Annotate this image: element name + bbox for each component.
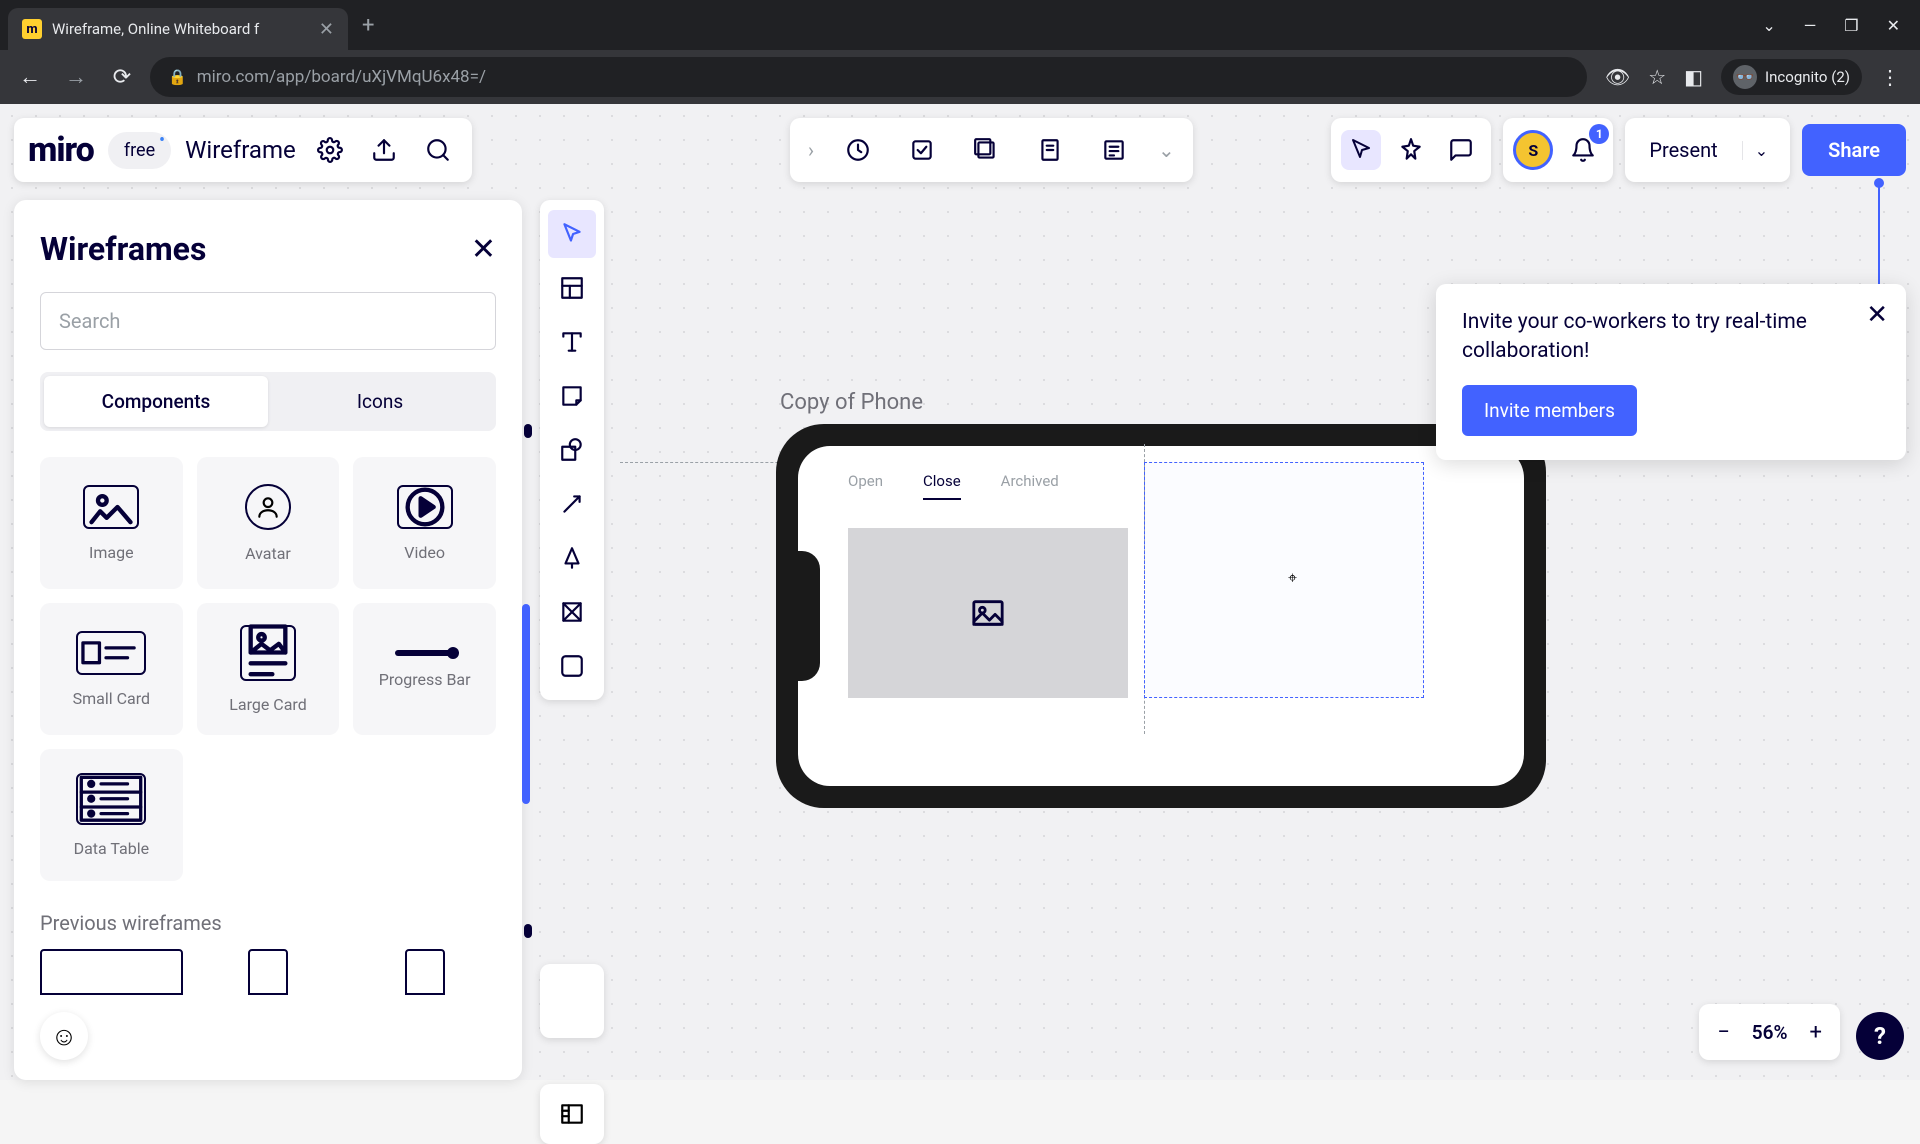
forward-button[interactable]: → [58, 64, 94, 90]
close-popover-icon[interactable]: ✕ [1866, 300, 1888, 330]
expand-left-icon[interactable]: › [808, 138, 814, 162]
zoom-in-button[interactable]: + [1810, 1020, 1822, 1045]
prev-wireframe-thumb[interactable] [405, 949, 445, 995]
comment-icon[interactable] [1441, 130, 1481, 170]
help-button[interactable]: ? [1856, 1012, 1904, 1060]
component-small-card[interactable]: Small Card [40, 603, 183, 735]
popover-connector [1878, 184, 1880, 284]
wireframes-panel: Wireframes ✕ Search Components Icons Ima… [14, 200, 522, 1080]
plan-pill[interactable]: free [108, 132, 171, 169]
image-placeholder[interactable] [848, 528, 1128, 698]
url-field[interactable]: 🔒 miro.com/app/board/uXjVMqU6x48=/ [150, 57, 1587, 97]
extensions-icon[interactable]: ◧ [1684, 65, 1703, 89]
notification-badge: 1 [1589, 124, 1609, 144]
prev-wireframe-thumb[interactable] [40, 949, 183, 995]
miro-favicon: m [22, 19, 42, 39]
kebab-menu-icon[interactable]: ⋮ [1880, 65, 1900, 89]
component-large-card[interactable]: Large Card [197, 603, 340, 735]
frame-label[interactable]: Copy of Phone [780, 390, 923, 415]
previous-wireframes-heading: Previous wireframes [40, 911, 496, 935]
board-name[interactable]: Wireframe [185, 136, 296, 164]
shapes-icon[interactable] [548, 426, 596, 474]
panel-title: Wireframes [40, 230, 206, 268]
close-panel-icon[interactable]: ✕ [471, 232, 496, 267]
tab-open[interactable]: Open [848, 472, 883, 500]
reload-button[interactable]: ⟳ [104, 65, 140, 90]
connection-line-icon[interactable] [548, 480, 596, 528]
zoom-control: − 56% + [1699, 1004, 1840, 1060]
feedback-button[interactable]: ☺ [40, 1012, 88, 1060]
lock-icon: 🔒 [168, 68, 187, 86]
zoom-value[interactable]: 56% [1752, 1021, 1788, 1044]
segment-control: Components Icons [40, 372, 496, 431]
mouse-cursor-icon: ⌖ [1288, 568, 1297, 588]
selection-rectangle[interactable] [1144, 462, 1424, 698]
text-tool-icon[interactable] [548, 318, 596, 366]
caret-down-icon[interactable]: ⌄ [1762, 16, 1775, 35]
center-toolbar: › ⌄ [790, 118, 1193, 182]
invite-members-button[interactable]: Invite members [1462, 385, 1637, 436]
settings-icon[interactable] [310, 130, 350, 170]
voting-icon[interactable] [902, 130, 942, 170]
url-text: miro.com/app/board/uXjVMqU6x48=/ [197, 67, 486, 87]
right-toolbar: S 1 Present ⌄ Share [1331, 118, 1906, 182]
star-icon[interactable]: ☆ [1648, 65, 1666, 89]
talktrack-icon[interactable] [1094, 130, 1134, 170]
close-tab-icon[interactable]: ✕ [319, 19, 334, 40]
prev-wireframe-thumb[interactable] [248, 949, 288, 995]
app-canvas[interactable]: miro free Wireframe › ⌄ S 1 Present [0, 104, 1920, 1080]
tab-title: Wireframe, Online Whiteboard f [52, 20, 309, 38]
new-tab-button[interactable]: + [362, 13, 374, 38]
more-tools-icon[interactable]: ⌄ [1158, 138, 1175, 162]
cursor-tool-icon[interactable] [1341, 130, 1381, 170]
component-avatar[interactable]: Avatar [197, 457, 340, 589]
tab-archived[interactable]: Archived [1001, 472, 1059, 500]
vertical-toolbar [540, 200, 604, 700]
tab-icons[interactable]: Icons [268, 376, 492, 427]
note-icon[interactable] [1030, 130, 1070, 170]
minimize-icon[interactable]: ― [1804, 16, 1817, 35]
brand-bar: miro free Wireframe [14, 118, 472, 182]
tab-close[interactable]: Close [923, 472, 961, 500]
incognito-badge[interactable]: 👓 Incognito (2) [1721, 59, 1862, 95]
browser-tab[interactable]: m Wireframe, Online Whiteboard f ✕ [8, 8, 348, 50]
zoom-out-button[interactable]: − [1717, 1020, 1730, 1045]
miro-logo[interactable]: miro [28, 130, 94, 170]
incognito-icon: 👓 [1733, 65, 1757, 89]
minimap-icon[interactable] [540, 1084, 604, 1144]
invite-popover: ✕ Invite your co-workers to try real-tim… [1436, 284, 1906, 460]
frame-icon[interactable] [548, 588, 596, 636]
present-caret-icon[interactable]: ⌄ [1742, 141, 1780, 160]
phone-notch [794, 551, 820, 681]
search-icon[interactable] [418, 130, 458, 170]
component-image[interactable]: Image [40, 457, 183, 589]
share-button[interactable]: Share [1802, 124, 1906, 176]
timer-icon[interactable] [838, 130, 878, 170]
notifications-icon[interactable]: 1 [1563, 130, 1603, 170]
undo-redo-toolbar [540, 964, 604, 1038]
maximize-icon[interactable]: ❐ [1844, 16, 1858, 35]
present-button[interactable]: Present [1635, 138, 1731, 162]
back-button[interactable]: ← [12, 64, 48, 90]
invite-message: Invite your co-workers to try real-time … [1462, 308, 1880, 367]
pen-tool-icon[interactable] [548, 534, 596, 582]
window-controls: ⌄ ― ❐ ✕ [1762, 16, 1912, 35]
close-window-icon[interactable]: ✕ [1887, 16, 1900, 35]
reactions-icon[interactable] [1391, 130, 1431, 170]
export-icon[interactable] [364, 130, 404, 170]
component-progress-bar[interactable]: Progress Bar [353, 603, 496, 735]
tab-components[interactable]: Components [44, 376, 268, 427]
select-tool-icon[interactable] [548, 210, 596, 258]
templates-icon[interactable] [548, 264, 596, 312]
add-more-icon[interactable] [548, 642, 596, 690]
browser-address-bar: ← → ⟳ 🔒 miro.com/app/board/uXjVMqU6x48=/… [0, 50, 1920, 104]
user-avatar[interactable]: S [1513, 130, 1553, 170]
eye-off-icon[interactable]: 👁 [1605, 65, 1630, 89]
sticky-note-icon[interactable] [548, 372, 596, 420]
search-input[interactable]: Search [40, 292, 496, 350]
browser-tab-strip: m Wireframe, Online Whiteboard f ✕ + ⌄ ―… [0, 0, 1920, 50]
component-data-table[interactable]: Data Table [40, 749, 183, 881]
estimation-icon[interactable] [966, 130, 1006, 170]
component-video[interactable]: Video [353, 457, 496, 589]
